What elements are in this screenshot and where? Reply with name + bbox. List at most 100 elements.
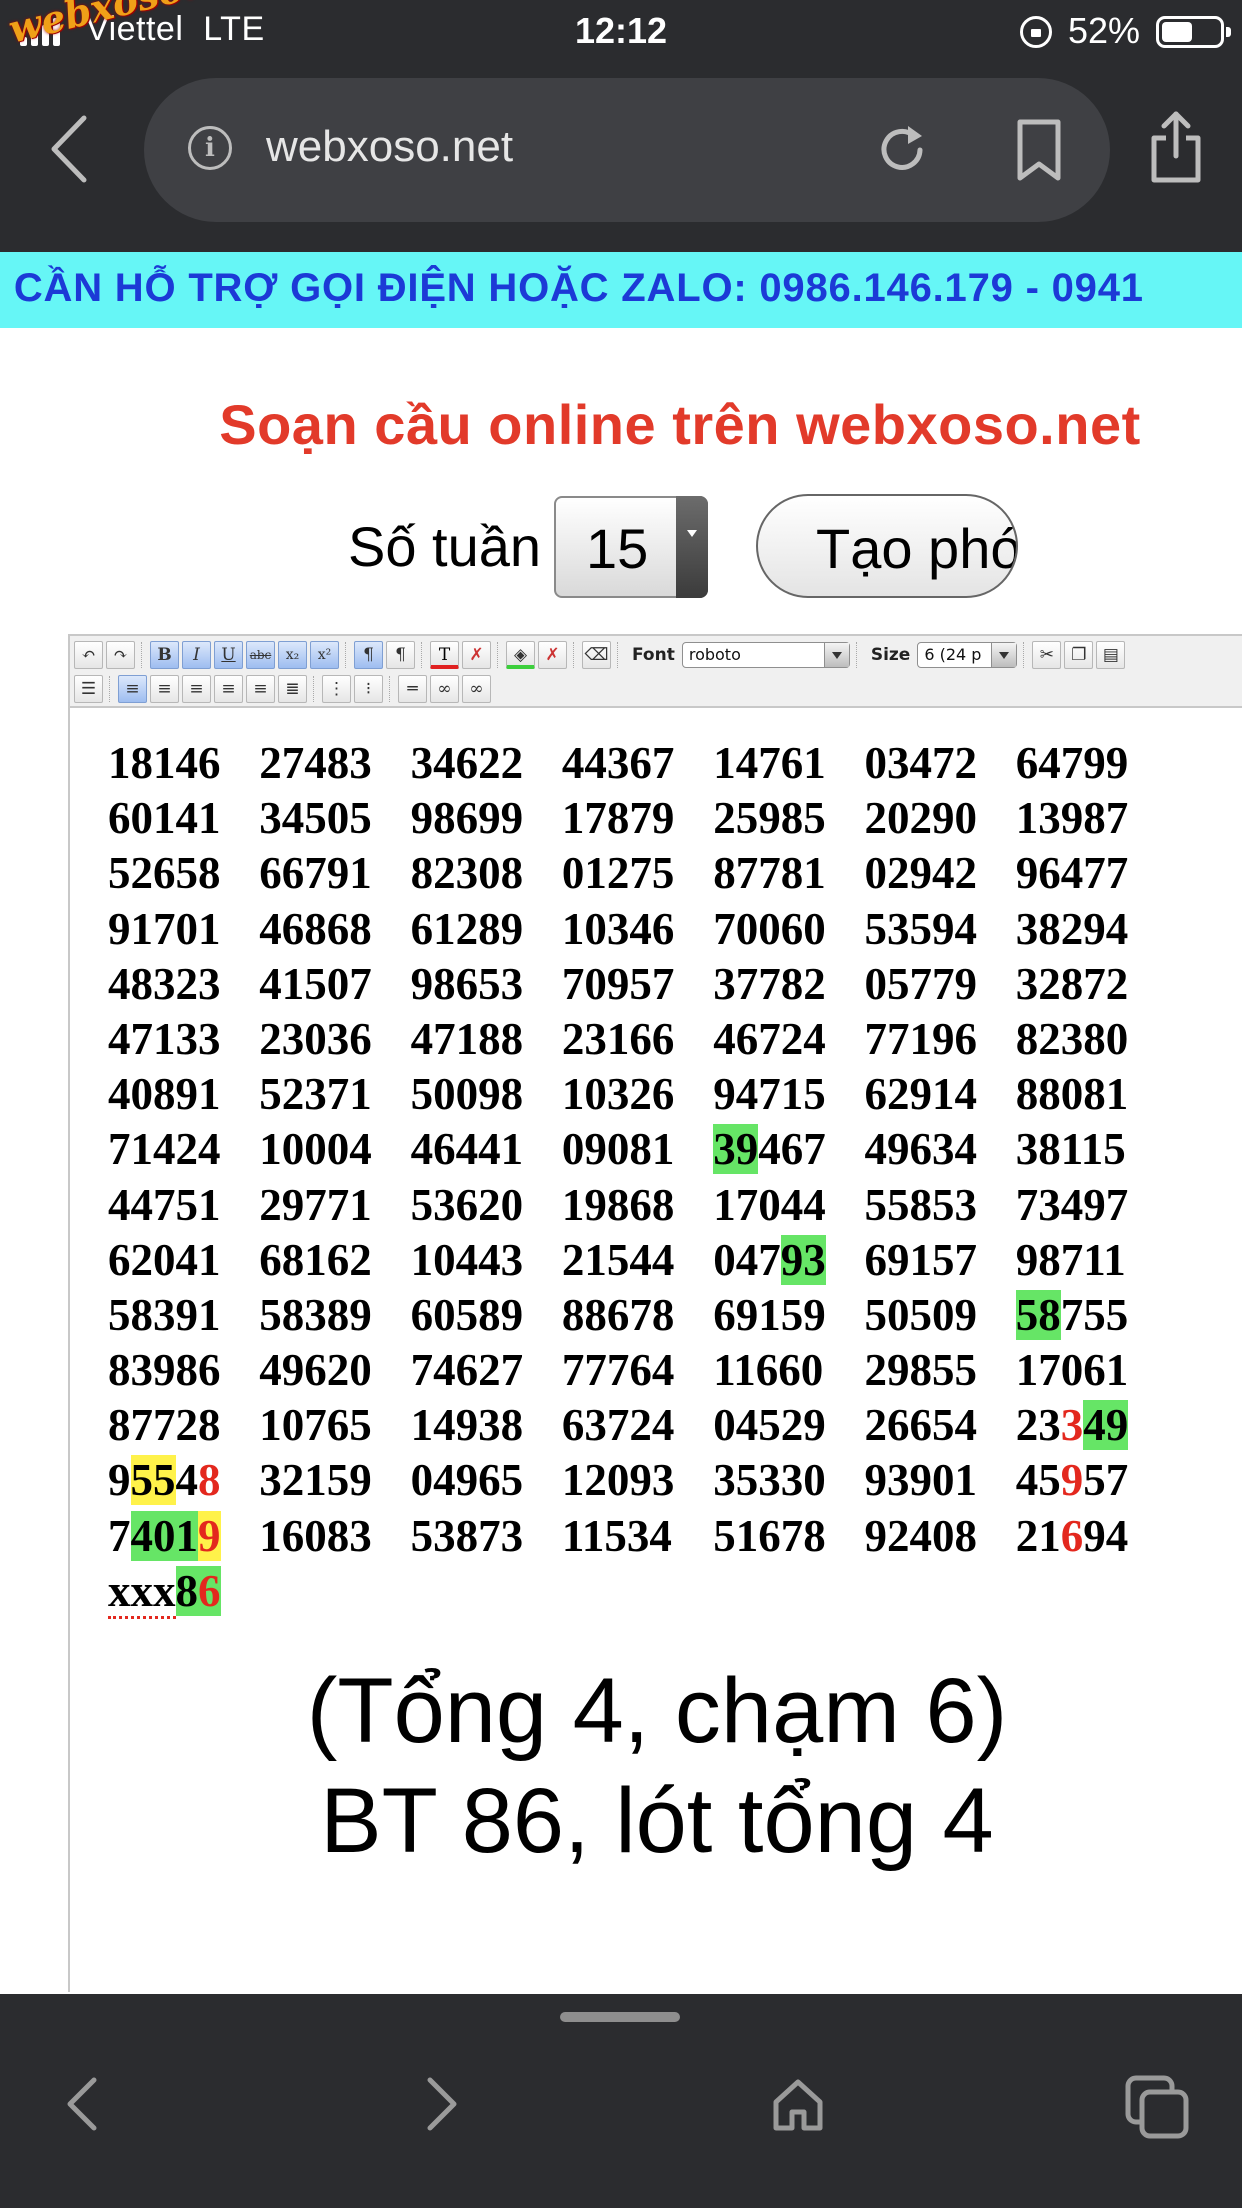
- link-icon[interactable]: ∞: [430, 675, 459, 703]
- align-center-icon[interactable]: ≡: [182, 675, 211, 703]
- text-color-icon[interactable]: T: [430, 641, 459, 669]
- number-segment: 755: [1060, 1289, 1129, 1340]
- ltr-icon[interactable]: ¶: [354, 641, 383, 669]
- align-left-2-icon[interactable]: ≡: [150, 675, 179, 703]
- weeks-select[interactable]: 15: [554, 496, 708, 598]
- number-segment: 29855: [864, 1345, 977, 1396]
- url-text[interactable]: webxoso.net: [266, 122, 513, 172]
- toolbar-row-2: ☰ ≡ ≡ ≡ ≡ ≡ ≣ ⋮ ⁝ ═ ∞ ∞: [74, 674, 491, 704]
- back-arrow-icon[interactable]: [62, 2074, 102, 2134]
- unlink-icon[interactable]: ∞: [462, 675, 491, 703]
- highlight-color-icon[interactable]: ◈: [506, 641, 535, 669]
- number-row: 83986 49620 74627 77764 11660 29855 17061: [108, 1343, 1167, 1398]
- align-left-icon[interactable]: ≡: [118, 675, 147, 703]
- number-cell: 53594: [864, 902, 1015, 957]
- number-cell: 70957: [562, 957, 713, 1012]
- subscript-icon[interactable]: x₂: [278, 641, 307, 669]
- copy-icon[interactable]: ❐: [1064, 641, 1094, 669]
- horizontal-rule-icon[interactable]: ═: [398, 675, 427, 703]
- align-justify-icon[interactable]: ≡: [246, 675, 275, 703]
- size-select[interactable]: 6 (24 p: [917, 642, 1018, 668]
- number-segment: 9: [108, 1455, 131, 1506]
- clock: 12:12: [574, 10, 668, 51]
- number-segment: 55853: [864, 1179, 977, 1230]
- font-select[interactable]: roboto: [681, 642, 850, 668]
- rich-text-editor[interactable]: ↶ ↷ B I U abc x₂ x² ¶ ¶ T ✗ ◈ ✗ ⌫ Font r…: [68, 634, 1242, 1992]
- align-right-icon[interactable]: ≡: [214, 675, 243, 703]
- number-segment: 6: [1060, 1510, 1084, 1561]
- bookmark-icon[interactable]: [1014, 118, 1064, 182]
- number-cell: 61289: [411, 902, 562, 957]
- rtl-icon[interactable]: ¶: [386, 641, 415, 669]
- number-cell: 14761: [713, 736, 864, 791]
- number-segment: 27483: [259, 738, 372, 788]
- italic-icon[interactable]: I: [182, 641, 211, 669]
- tabs-icon[interactable]: [1124, 2074, 1190, 2140]
- number-cell: 10346: [562, 902, 713, 957]
- number-cell: 58755: [1015, 1288, 1167, 1343]
- number-segment: 7: [108, 1510, 131, 1561]
- number-segment: 35330: [713, 1455, 826, 1506]
- redo-icon[interactable]: ↷: [106, 641, 135, 669]
- number-cell: 03472: [864, 736, 1015, 791]
- share-icon[interactable]: [1148, 108, 1204, 184]
- font-label: Font: [632, 645, 675, 665]
- remove-highlight-icon[interactable]: ✗: [538, 641, 567, 669]
- browser-chrome: Viettel LTE 12:12 52% webxoso.net i webx…: [0, 0, 1242, 252]
- underline-icon[interactable]: U: [214, 641, 243, 669]
- number-cell: 23349: [1016, 1398, 1167, 1453]
- number-segment: 94: [1083, 1510, 1129, 1561]
- number-segment: 13987: [1015, 793, 1129, 844]
- number-segment: 17879: [561, 793, 675, 844]
- eraser-icon[interactable]: ⌫: [582, 641, 611, 669]
- number-segment: 66791: [259, 848, 372, 899]
- cut-icon[interactable]: ✂: [1032, 641, 1062, 669]
- ordered-list-icon[interactable]: ⋮: [322, 675, 351, 703]
- number-cell: 21544: [562, 1233, 713, 1288]
- home-icon[interactable]: [770, 2076, 826, 2132]
- number-segment: 98711: [1015, 1234, 1126, 1285]
- bold-icon[interactable]: B: [150, 641, 179, 669]
- back-icon[interactable]: [48, 114, 92, 184]
- number-cell: 02942: [864, 846, 1015, 901]
- number-cell: 62041: [108, 1233, 259, 1288]
- number-cell: 34505: [259, 791, 410, 846]
- number-cell: 27483: [259, 736, 410, 791]
- forward-arrow-icon[interactable]: [422, 2074, 462, 2134]
- number-cell: 51678: [713, 1509, 864, 1564]
- number-cell: 46724: [713, 1012, 864, 1067]
- info-icon[interactable]: i: [188, 126, 232, 170]
- toolbar-separator: [497, 642, 503, 668]
- number-cell: 04529: [713, 1398, 864, 1453]
- number-cell: 11534: [562, 1509, 713, 1564]
- number-cell: 41507: [259, 957, 410, 1012]
- number-cell: 44751: [108, 1178, 259, 1233]
- number-segment: 58: [1015, 1289, 1061, 1340]
- unordered-list-icon[interactable]: ⁝: [354, 675, 383, 703]
- number-segment: 40891: [108, 1069, 221, 1120]
- number-cell: 69159: [713, 1288, 864, 1343]
- number-segment: 62914: [864, 1069, 977, 1120]
- superscript-icon[interactable]: x²: [310, 641, 339, 669]
- remove-format-icon[interactable]: ✗: [462, 641, 491, 669]
- number-segment: 9: [1060, 1455, 1084, 1506]
- align-full-icon[interactable]: ≣: [278, 675, 307, 703]
- create-button[interactable]: Tạo phó: [756, 494, 1018, 598]
- strikethrough-icon[interactable]: abc: [246, 641, 275, 669]
- number-row: 58391 58389 60589 88678 69159 50509 58755: [108, 1288, 1167, 1343]
- number-cell: 77196: [864, 1012, 1015, 1067]
- number-segment: 03472: [864, 738, 977, 788]
- paste-icon[interactable]: ▤: [1096, 641, 1126, 669]
- number-segment: 53594: [864, 903, 977, 954]
- undo-icon[interactable]: ↶: [74, 641, 103, 669]
- address-bar[interactable]: i webxoso.net: [144, 78, 1110, 222]
- number-cell: 47133: [108, 1012, 259, 1067]
- number-row: 95548 32159 04965 12093 35330 93901 45957: [108, 1453, 1167, 1508]
- number-segment: 23036: [259, 1013, 372, 1064]
- reload-icon[interactable]: [874, 122, 930, 178]
- number-segment: 19868: [561, 1179, 675, 1230]
- number-segment: 73497: [1015, 1179, 1129, 1230]
- number-segment: 01275: [561, 848, 675, 899]
- number-segment: 48323: [108, 958, 221, 1009]
- indent-icon[interactable]: ☰: [74, 675, 103, 703]
